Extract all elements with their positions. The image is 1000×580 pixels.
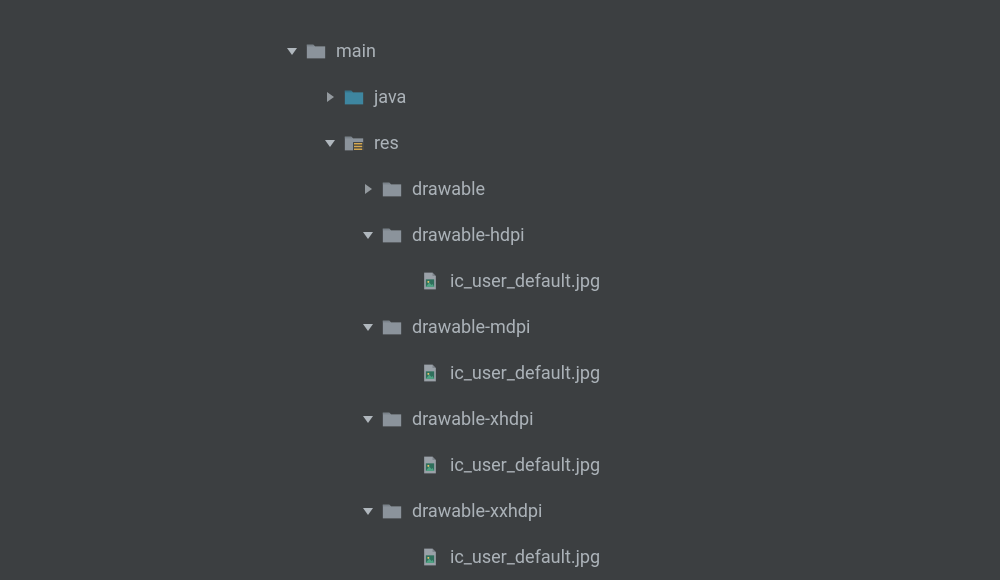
folder-icon — [380, 499, 404, 523]
tree-label: java — [374, 87, 406, 108]
tree-label: drawable-hdpi — [412, 225, 525, 246]
expand-arrow-icon[interactable] — [356, 321, 380, 333]
tree-row-drawable-hdpi[interactable]: drawable-hdpi — [0, 212, 1000, 258]
image-file-icon — [418, 453, 442, 477]
image-file-icon — [418, 545, 442, 569]
expand-arrow-icon[interactable] — [356, 413, 380, 425]
folder-icon — [380, 315, 404, 339]
image-file-icon — [418, 361, 442, 385]
tree-row-main[interactable]: main — [0, 28, 1000, 74]
folder-icon — [380, 407, 404, 431]
tree-label: drawable-xxhdpi — [412, 501, 542, 522]
tree-label: res — [374, 133, 399, 154]
tree-row-java[interactable]: java — [0, 74, 1000, 120]
tree-row-drawable-mdpi[interactable]: drawable-mdpi — [0, 304, 1000, 350]
folder-icon — [380, 223, 404, 247]
tree-row-drawable-xxhdpi[interactable]: drawable-xxhdpi — [0, 488, 1000, 534]
tree-label: ic_user_default.jpg — [450, 455, 600, 476]
tree-row-drawable-xhdpi[interactable]: drawable-xhdpi — [0, 396, 1000, 442]
tree-label: ic_user_default.jpg — [450, 547, 600, 568]
collapse-arrow-icon[interactable] — [318, 91, 342, 103]
tree-label: main — [336, 41, 376, 62]
tree-row-drawable[interactable]: drawable — [0, 166, 1000, 212]
folder-icon — [380, 177, 404, 201]
tree-row-file[interactable]: ic_user_default.jpg — [0, 258, 1000, 304]
expand-arrow-icon[interactable] — [356, 229, 380, 241]
collapse-arrow-icon[interactable] — [356, 183, 380, 195]
tree-row-file[interactable]: ic_user_default.jpg — [0, 350, 1000, 396]
expand-arrow-icon[interactable] — [318, 137, 342, 149]
expand-arrow-icon[interactable] — [356, 505, 380, 517]
tree-label: drawable-mdpi — [412, 317, 530, 338]
folder-icon — [304, 39, 328, 63]
folder-icon — [342, 85, 366, 109]
tree-label: drawable-xhdpi — [412, 409, 534, 430]
tree-row-file[interactable]: ic_user_default.jpg — [0, 534, 1000, 580]
tree-row-res[interactable]: res — [0, 120, 1000, 166]
tree-label: ic_user_default.jpg — [450, 271, 600, 292]
tree-label: drawable — [412, 179, 485, 200]
resource-folder-icon — [342, 131, 366, 155]
tree-label: ic_user_default.jpg — [450, 363, 600, 384]
expand-arrow-icon[interactable] — [280, 45, 304, 57]
image-file-icon — [418, 269, 442, 293]
tree-row-file[interactable]: ic_user_default.jpg — [0, 442, 1000, 488]
